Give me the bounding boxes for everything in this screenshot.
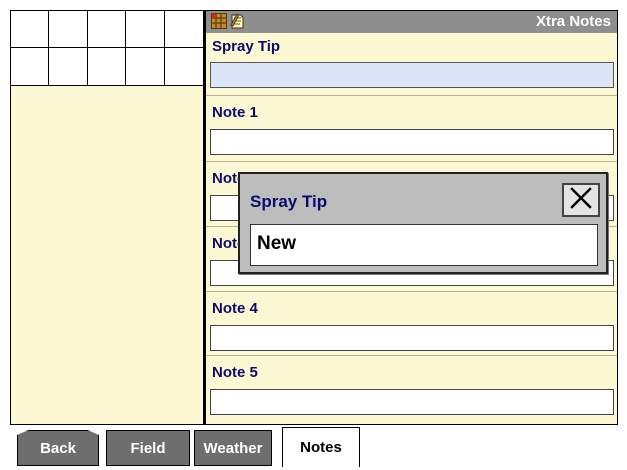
grid-cell[interactable] [49, 11, 88, 48]
tab-label: Field [130, 439, 166, 457]
note-1-field[interactable] [210, 129, 614, 155]
divider [206, 291, 617, 292]
note-label: Spray Tip [212, 38, 281, 55]
tab-label: Weather [203, 439, 263, 457]
tab-back[interactable]: Back [17, 430, 99, 466]
spray-tip-input[interactable]: New [250, 224, 598, 266]
note-4-field[interactable] [210, 325, 614, 351]
note-label: Note 4 [212, 300, 258, 317]
grid-cell[interactable] [164, 11, 203, 48]
divider [206, 161, 617, 162]
note-5-field[interactable] [210, 389, 614, 415]
tab-label: Back [40, 439, 76, 457]
grid-cell[interactable] [49, 48, 88, 85]
spray-tip-dialog: Spray Tip New [238, 172, 608, 274]
left-panel [10, 86, 204, 425]
notes-header: Xtra Notes [206, 11, 617, 33]
tab-bar: Back Field Weather Notes [0, 425, 627, 470]
grid-cell[interactable] [88, 48, 127, 85]
spray-tip-field[interactable] [210, 62, 614, 88]
page-title: Xtra Notes [535, 13, 611, 30]
dialog-title: Spray Tip [250, 192, 328, 211]
tab-label: Notes [300, 439, 342, 456]
field-grid [10, 10, 204, 86]
grid-cell[interactable] [11, 48, 50, 85]
note-spray-tip: Spray Tip [206, 33, 617, 95]
tab-notes[interactable]: Notes [282, 427, 360, 467]
grid-icon [211, 13, 227, 29]
grid-cell[interactable] [126, 11, 165, 48]
note-4: Note 4 [206, 294, 617, 356]
grid-cell[interactable] [11, 11, 50, 48]
divider [206, 95, 617, 96]
grid-cell[interactable] [87, 11, 127, 48]
grid-cell[interactable] [165, 48, 203, 85]
note-label: Note 5 [212, 364, 258, 381]
note-1: Note 1 [206, 98, 617, 160]
grid-cell[interactable] [126, 48, 165, 85]
close-icon [569, 186, 593, 215]
tab-field[interactable]: Field [106, 430, 190, 466]
close-button[interactable] [562, 183, 600, 217]
divider [206, 355, 617, 356]
note-5: Note 5 [206, 358, 617, 420]
tab-weather[interactable]: Weather [194, 430, 272, 466]
note-label: Note 1 [212, 104, 258, 121]
notebook-icon [229, 13, 245, 29]
